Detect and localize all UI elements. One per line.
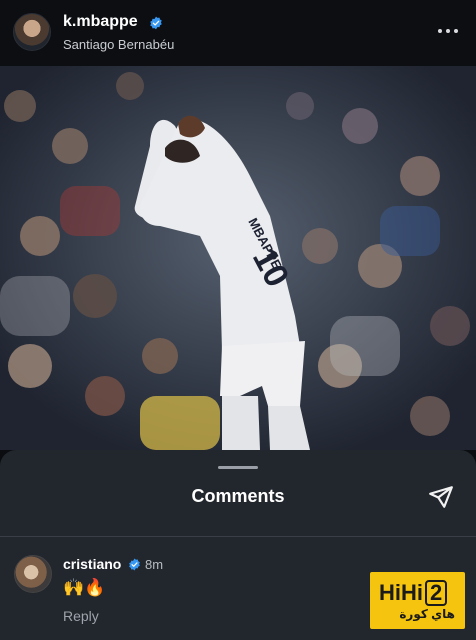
verified-badge-icon xyxy=(150,16,162,30)
post-location[interactable]: Santiago Bernabéu xyxy=(63,37,174,52)
post-photo[interactable]: MBAPPE 10 xyxy=(0,66,476,450)
send-icon[interactable] xyxy=(428,484,454,510)
verified-badge-icon xyxy=(129,558,140,571)
watermark-word: HiHi xyxy=(379,580,423,605)
comments-title: Comments xyxy=(191,486,285,506)
reply-button[interactable]: Reply xyxy=(63,608,99,624)
post-header: k.mbappe Santiago Bernabéu xyxy=(0,0,476,66)
post-username[interactable]: k.mbappe xyxy=(63,13,138,31)
comment-time: 8m xyxy=(145,557,164,572)
comment-username[interactable]: cristiano xyxy=(63,556,121,572)
comment-avatar[interactable] xyxy=(14,555,52,593)
comment-text: 🙌🔥 xyxy=(63,578,106,597)
watermark-number: 2 xyxy=(425,580,448,606)
watermark-text: HiHi 2 xyxy=(379,580,448,606)
sheet-divider xyxy=(0,536,476,537)
stadium-photo-illustration: MBAPPE 10 xyxy=(0,66,476,450)
watermark-arabic: هاي كورة xyxy=(399,607,455,621)
more-options-icon[interactable] xyxy=(438,26,460,36)
profile-avatar[interactable] xyxy=(13,13,51,51)
drag-handle[interactable] xyxy=(218,466,258,469)
watermark-logo: HiHi 2 هاي كورة xyxy=(370,572,465,629)
